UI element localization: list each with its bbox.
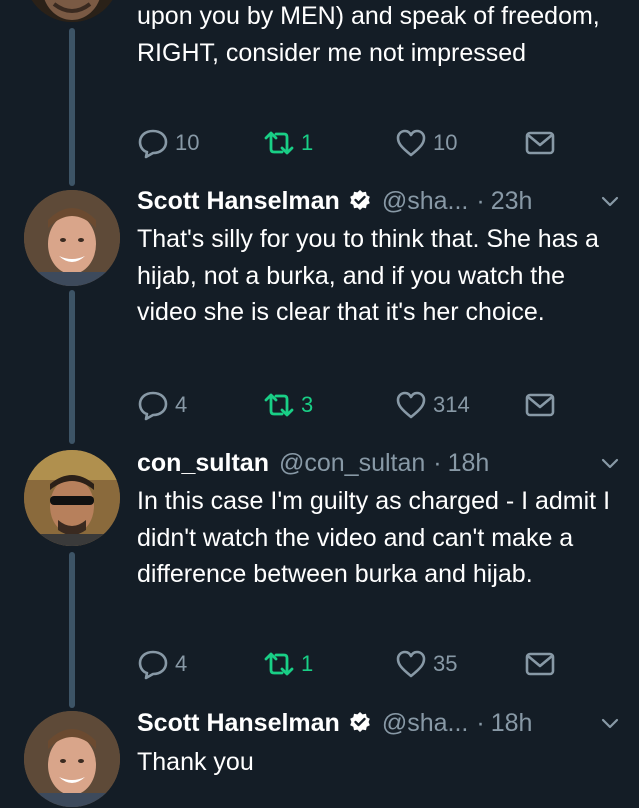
reply-button[interactable]: 4 [137,387,187,423]
user-handle[interactable]: @sha... [382,187,469,216]
chevron-down-icon[interactable] [599,452,621,474]
avatar[interactable] [24,450,120,546]
avatar[interactable] [24,0,120,22]
display-name[interactable]: Scott Hanselman [137,709,340,738]
display-name[interactable]: Scott Hanselman [137,187,340,216]
timestamp[interactable]: 18h [448,449,490,478]
tweet-header: Scott Hanselman @sha... · 23h [137,184,621,218]
retweet-icon [263,389,295,421]
retweet-icon [263,648,295,680]
separator-dot: · [476,186,485,215]
envelope-icon [524,648,556,680]
tweet-actions: 10 1 10 [137,125,567,161]
reply-count: 4 [175,651,188,676]
timestamp[interactable]: 23h [491,187,533,216]
avatar[interactable] [24,190,120,286]
separator-dot: · [476,708,485,737]
like-button[interactable]: 314 [395,387,470,423]
tweet-header: Scott Hanselman @sha... · 18h [137,706,621,740]
direct-message-button[interactable] [524,387,556,423]
like-button[interactable]: 10 [395,125,457,161]
reply-count: 10 [175,130,200,155]
separator-dot: · [433,448,442,477]
envelope-icon [524,127,556,159]
tweet-text: Thank you [137,748,254,776]
user-handle[interactable]: @sha... [382,709,469,738]
heart-icon [395,127,427,159]
chevron-down-icon[interactable] [599,190,621,212]
direct-message-button[interactable] [524,646,556,682]
reply-icon [137,648,169,680]
like-count: 35 [433,651,458,676]
retweet-icon [263,127,295,159]
tweet-text: That's silly for you to think that. She … [137,225,599,326]
retweet-button[interactable]: 1 [263,125,313,161]
reply-button[interactable]: 10 [137,125,199,161]
verified-badge-icon [348,711,372,735]
like-count: 314 [433,392,470,417]
tweet-header: con_sultan @con_sultan · 18h [137,446,621,480]
tweet-actions: 4 1 35 [137,646,567,682]
thread-line [69,290,75,444]
like-count: 10 [433,130,458,155]
retweet-count: 1 [301,130,314,155]
envelope-icon [524,389,556,421]
avatar[interactable] [24,711,120,807]
user-handle[interactable]: @con_sultan [279,449,425,478]
thread-line [69,28,75,186]
tweet-actions: 4 3 314 [137,387,567,423]
retweet-count: 3 [301,392,314,417]
reply-button[interactable]: 4 [137,646,187,682]
like-button[interactable]: 35 [395,646,457,682]
retweet-count: 1 [301,651,314,676]
heart-icon [395,389,427,421]
reply-icon [137,127,169,159]
tweet-text: In this case I'm guilty as charged - I a… [137,487,611,588]
reply-count: 4 [175,392,188,417]
direct-message-button[interactable] [524,125,556,161]
reply-icon [137,389,169,421]
display-name[interactable]: con_sultan [137,449,269,478]
retweet-button[interactable]: 3 [263,387,313,423]
retweet-button[interactable]: 1 [263,646,313,682]
timestamp[interactable]: 18h [491,709,533,738]
thread-line [69,552,75,708]
heart-icon [395,648,427,680]
tweet-text: upon you by MEN) and speak of freedom, R… [137,2,600,67]
verified-badge-icon [348,189,372,213]
chevron-down-icon[interactable] [599,712,621,734]
